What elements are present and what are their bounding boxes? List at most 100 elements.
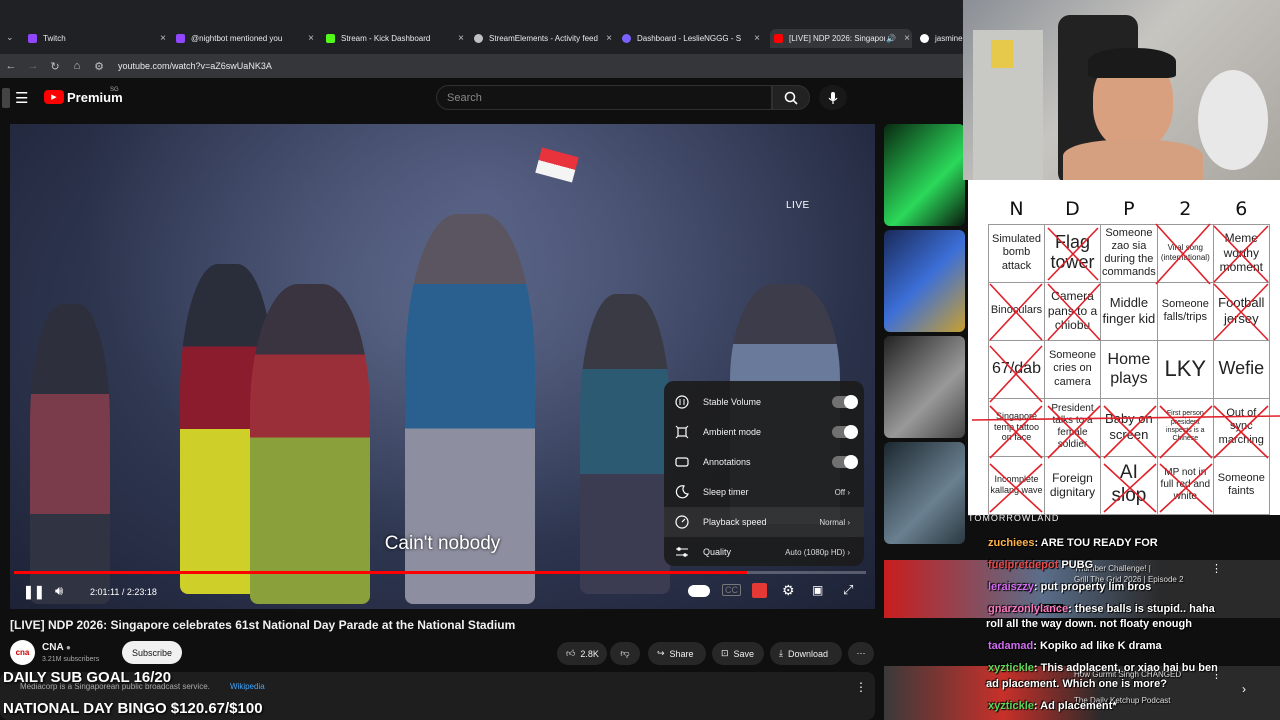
- recommended-thumbnail[interactable]: [884, 442, 965, 544]
- webcam-overlay: [963, 0, 1280, 180]
- close-icon[interactable]: ×: [308, 33, 314, 44]
- chat-message: xyztickle: This adplacent, or xiao hai b…: [988, 662, 1218, 674]
- thumbs-up-icon: 👍︎: [566, 648, 576, 658]
- setting-sleep-timer[interactable]: Sleep timer Off ›: [664, 477, 864, 507]
- back-arrow-icon[interactable]: ←: [0, 60, 22, 72]
- autoplay-toggle[interactable]: [688, 585, 710, 597]
- chat-message: xyztickle: Ad placement*: [988, 700, 1117, 712]
- streamelements-icon: [474, 34, 483, 43]
- more-actions-button[interactable]: ⋯: [848, 642, 874, 665]
- dancer-figure: [250, 284, 370, 604]
- subscribe-button[interactable]: Subscribe: [122, 641, 182, 664]
- browser-tab[interactable]: @nightbot mentioned you ×: [176, 29, 316, 48]
- search-icon: [784, 91, 798, 105]
- close-icon[interactable]: ×: [606, 33, 612, 44]
- miniplayer-icon[interactable]: ▣: [812, 583, 823, 597]
- site-settings-icon[interactable]: ⚙: [88, 60, 110, 73]
- tab-list-chevron-icon[interactable]: ⌄: [6, 32, 14, 43]
- close-icon[interactable]: ×: [160, 33, 166, 44]
- ambient-mode-toggle[interactable]: [832, 425, 858, 439]
- url-field[interactable]: youtube.com/watch?v=aZ6swUaNK3A: [118, 61, 272, 71]
- chat-message-continuation: roll all the way down. not floaty enough: [986, 618, 1192, 630]
- setting-annotations[interactable]: Annotations: [664, 447, 864, 477]
- close-icon[interactable]: ×: [904, 33, 910, 44]
- desk-fan: [1198, 70, 1268, 170]
- chat-message-continuation: ad placement. Which one is more?: [986, 678, 1167, 690]
- browser-tab[interactable]: jasmine: [920, 29, 965, 48]
- chevron-right-icon[interactable]: ›: [1242, 682, 1246, 696]
- forward-arrow-icon[interactable]: →: [22, 60, 44, 72]
- twitch-icon: [176, 34, 185, 43]
- kebab-menu-icon[interactable]: ⋮: [1211, 562, 1222, 575]
- browser-tab[interactable]: Stream - Kick Dashboard ×: [326, 29, 466, 48]
- setting-stable-volume[interactable]: Stable Volume: [664, 387, 864, 417]
- seek-bar[interactable]: [14, 571, 866, 574]
- kick-icon: [326, 34, 335, 43]
- pause-icon[interactable]: ❚❚: [23, 584, 45, 600]
- browser-tab-bar: ⌄ Twitch × @nightbot mentioned you × Str…: [0, 0, 965, 54]
- close-icon[interactable]: ×: [754, 33, 760, 44]
- dancer-figure: [30, 304, 110, 604]
- bingo-card: N D P 2 6 Simulated bomb attack Flag tow…: [968, 180, 1280, 515]
- bookmark-icon: ⊡: [721, 648, 729, 658]
- streamer-hair: [1088, 48, 1176, 78]
- thumbs-down-icon: 👎︎: [620, 648, 630, 658]
- recommended-thumbnail[interactable]: [884, 230, 965, 332]
- youtube-logo-icon[interactable]: ▶: [44, 90, 64, 104]
- kebab-menu-icon[interactable]: ⋮: [855, 680, 867, 694]
- bingo-cross-marks: [971, 223, 1280, 513]
- volume-icon[interactable]: 🔊︎: [55, 583, 63, 599]
- speaker-icon[interactable]: 🔊: [886, 34, 896, 43]
- google-icon: [920, 34, 929, 43]
- poster: [991, 40, 1013, 68]
- save-button[interactable]: ⊡ Save: [712, 642, 764, 665]
- channel-name[interactable]: CNA: [42, 642, 64, 653]
- chat-message: tadamad: Kopiko ad like K drama: [988, 640, 1162, 652]
- fullscreen-icon[interactable]: ⤢: [843, 582, 853, 598]
- chevron-right-icon: ›: [847, 517, 850, 527]
- more-dots-icon: ⋯: [856, 648, 866, 658]
- annotations-icon: [674, 455, 690, 469]
- recommended-thumbnail[interactable]: [884, 336, 965, 438]
- share-icon: ↪: [657, 648, 665, 658]
- chat-message: gnarzonlylance: these balls is stupid.. …: [988, 603, 1215, 615]
- browser-tab[interactable]: Dashboard - LeslieNGGG - Syn ×: [622, 29, 762, 48]
- search-input[interactable]: Search: [436, 85, 772, 110]
- dashboard-icon: [622, 34, 631, 43]
- bingo-goal-overlay: NATIONAL DAY BINGO $120.67/$100: [3, 700, 263, 717]
- streamer-body: [1063, 140, 1203, 180]
- close-icon[interactable]: ×: [458, 33, 464, 44]
- tomorrowland-label: TOMORROWLAND: [968, 513, 1060, 523]
- dislike-button[interactable]: 👎︎: [610, 642, 640, 665]
- like-button[interactable]: 👍︎ 2.8K: [557, 642, 607, 665]
- chat-message: fuelpretdepot PUBG: [988, 559, 1094, 571]
- side-handle: [2, 88, 10, 108]
- search-button[interactable]: [772, 85, 810, 110]
- wikipedia-link[interactable]: Wikipedia: [230, 682, 265, 691]
- captions-icon[interactable]: CC: [722, 584, 741, 596]
- channel-avatar[interactable]: cna: [10, 640, 35, 665]
- share-button[interactable]: ↪ Share: [648, 642, 706, 665]
- home-icon[interactable]: ⌂: [66, 60, 88, 72]
- recommended-sidebar: [884, 124, 965, 544]
- quality-sliders-icon: [674, 545, 690, 559]
- address-bar: ← → ↻ ⌂ ⚙ youtube.com/watch?v=aZ6swUaNK3…: [0, 54, 965, 78]
- recommended-thumbnail[interactable]: [884, 124, 965, 226]
- stream-overlay-icon[interactable]: [752, 583, 767, 598]
- voice-search-button[interactable]: [819, 85, 847, 110]
- ambient-mode-icon: [674, 425, 690, 439]
- download-button[interactable]: ⤓ Download: [770, 642, 842, 665]
- annotations-toggle[interactable]: [832, 455, 858, 469]
- browser-tab[interactable]: StreamElements - Activity feed ×: [474, 29, 614, 48]
- player-settings-menu: Stable Volume Ambient mode Annotations S…: [664, 381, 864, 566]
- setting-quality[interactable]: Quality Auto (1080p HD) ›: [664, 537, 864, 567]
- browser-tab[interactable]: Twitch ×: [28, 29, 168, 48]
- gear-icon[interactable]: ⚙: [782, 582, 795, 599]
- menu-icon[interactable]: ☰: [15, 89, 28, 107]
- reload-icon[interactable]: ↻: [44, 60, 66, 73]
- moon-icon: [674, 485, 690, 499]
- setting-playback-speed[interactable]: Playback speed Normal ›: [664, 507, 864, 537]
- setting-ambient-mode[interactable]: Ambient mode: [664, 417, 864, 447]
- stable-volume-toggle[interactable]: [832, 395, 858, 409]
- browser-tab-active[interactable]: [LIVE] NDP 2026: Singapor 🔊 ×: [770, 29, 912, 48]
